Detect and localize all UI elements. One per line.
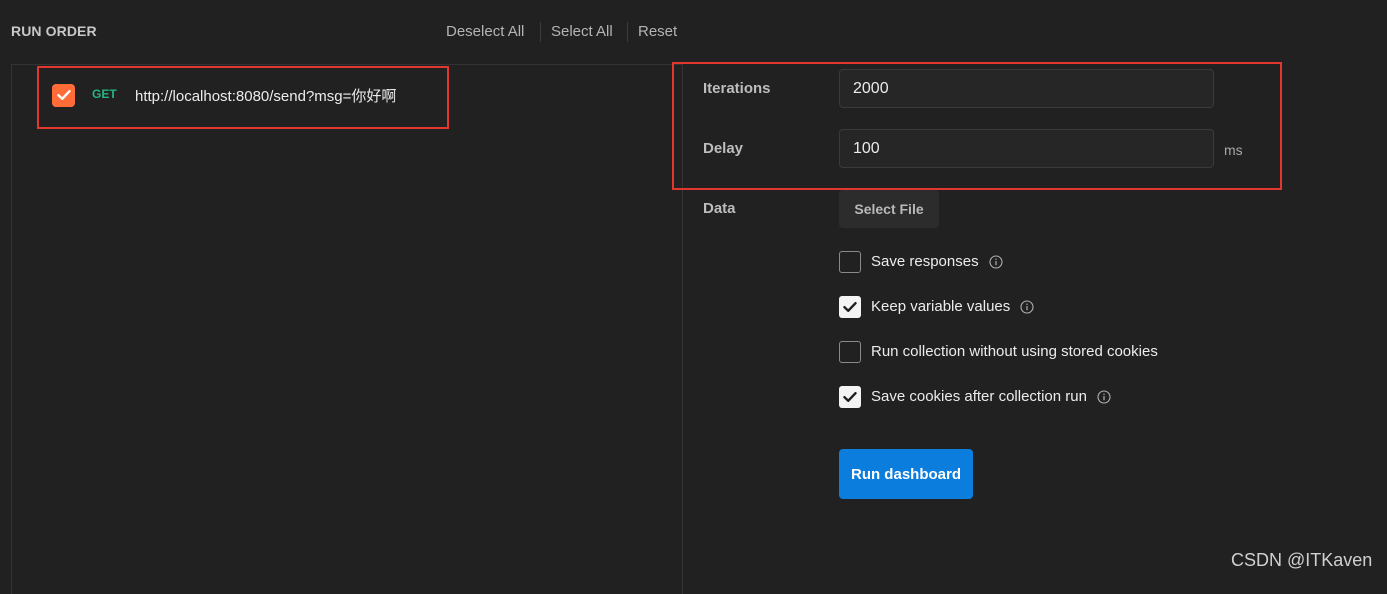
- run-dashboard-button[interactable]: Run dashboard: [839, 449, 973, 499]
- check-icon: [843, 391, 857, 402]
- save-responses-checkbox[interactable]: [839, 250, 861, 273]
- run-order-panel: [11, 64, 683, 594]
- highlight-box-settings: [672, 62, 1282, 190]
- deselect-all-button[interactable]: Deselect All: [446, 23, 524, 40]
- divider: [627, 22, 628, 42]
- save-cookies-checkbox[interactable]: [839, 385, 861, 408]
- option-label: Save responses: [871, 253, 979, 270]
- reset-button[interactable]: Reset: [638, 23, 677, 40]
- select-file-button[interactable]: Select File: [839, 190, 939, 228]
- option-keep-variable-values[interactable]: Keep variable values: [839, 295, 1034, 318]
- divider: [540, 22, 541, 42]
- keep-variable-values-checkbox[interactable]: [839, 295, 861, 318]
- option-label: Save cookies after collection run: [871, 388, 1087, 405]
- select-all-button[interactable]: Select All: [551, 23, 613, 40]
- option-save-responses[interactable]: Save responses: [839, 250, 1003, 273]
- option-label: Keep variable values: [871, 298, 1011, 315]
- run-without-cookies-checkbox[interactable]: [839, 340, 861, 363]
- run-order-title: RUN ORDER: [11, 23, 97, 39]
- option-run-without-stored-cookies[interactable]: Run collection without using stored cook…: [839, 340, 1158, 363]
- watermark: CSDN @ITKaven: [1231, 550, 1373, 570]
- option-label: Run collection without using stored cook…: [871, 343, 1158, 360]
- info-icon[interactable]: [989, 254, 1003, 269]
- info-icon[interactable]: [1097, 389, 1111, 404]
- highlight-box-request: [37, 66, 449, 129]
- check-icon: [843, 301, 857, 312]
- info-icon[interactable]: [1020, 299, 1034, 314]
- data-label: Data: [703, 200, 736, 217]
- option-save-cookies[interactable]: Save cookies after collection run: [839, 385, 1111, 408]
